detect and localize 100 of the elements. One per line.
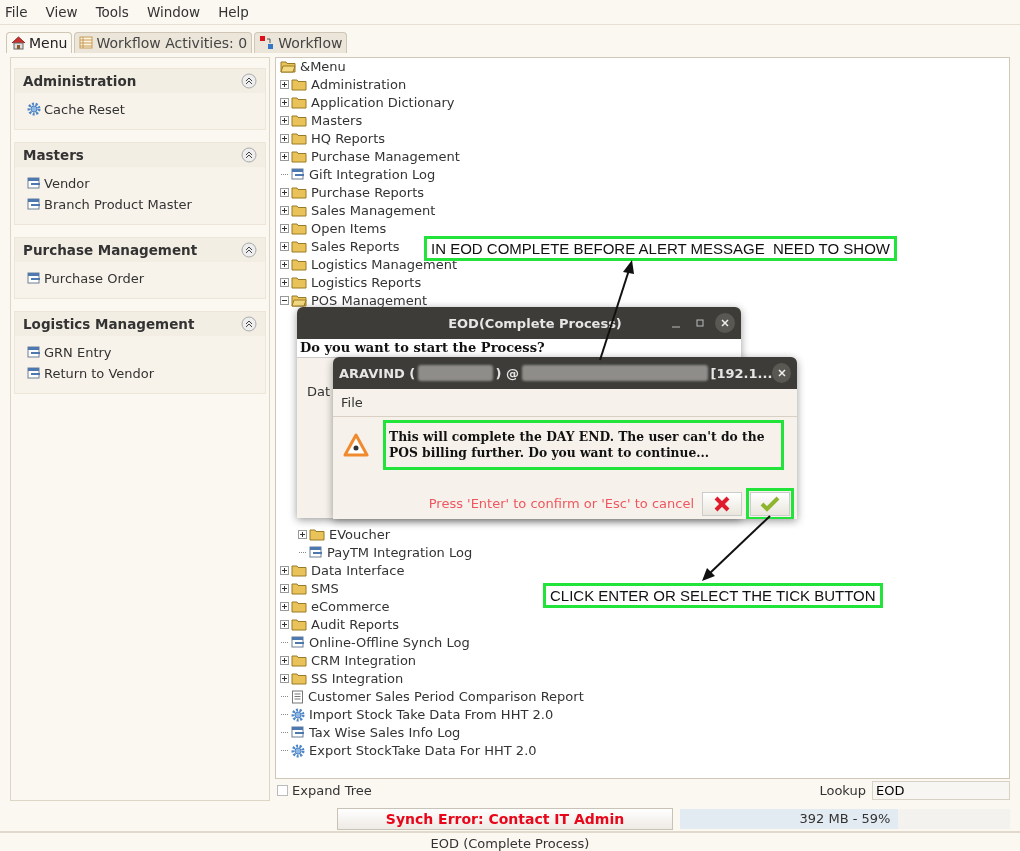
tree-item[interactable]: Sales Reports	[311, 239, 400, 255]
tree-item[interactable]: PayTM Integration Log	[327, 545, 473, 561]
collapse-icon[interactable]	[241, 146, 257, 163]
window-icon	[309, 546, 323, 560]
expand-icon[interactable]	[280, 98, 289, 108]
window-icon	[291, 636, 305, 650]
expand-icon[interactable]	[280, 80, 289, 90]
tree-item[interactable]: Administration	[311, 77, 407, 93]
tree-item[interactable]: Data Interface	[311, 563, 405, 579]
menu-item[interactable]: File	[341, 395, 363, 410]
expand-icon[interactable]	[280, 656, 289, 666]
close-icon	[776, 368, 787, 378]
tree-item[interactable]: Tax Wise Sales Info Log	[309, 725, 461, 741]
minimize-icon	[672, 326, 680, 328]
tree-item[interactable]: Customer Sales Period Comparison Report	[308, 689, 584, 705]
tree-item[interactable]: Sales Management	[311, 203, 436, 219]
sidebar-item[interactable]: Return to Vendor	[44, 365, 155, 381]
sidebar-item[interactable]: Cache Reset	[44, 101, 125, 117]
checkbox-label: Expand Tree	[292, 782, 372, 798]
close-button[interactable]	[715, 313, 735, 333]
folder-icon	[291, 240, 307, 254]
folder-icon	[291, 150, 307, 164]
sidebar-item[interactable]: Branch Product Master	[44, 196, 192, 212]
sidebar-item[interactable]: GRN Entry	[44, 344, 112, 360]
gear-icon	[291, 707, 305, 722]
collapse-icon[interactable]	[280, 296, 289, 306]
tree-item[interactable]: Application Dictionary	[311, 95, 455, 111]
expand-icon[interactable]	[298, 530, 307, 540]
folder-icon	[291, 672, 307, 686]
lookup-field[interactable]: EOD	[872, 780, 1010, 800]
tree-item[interactable]: Purchase Reports	[311, 185, 425, 201]
menu-item[interactable]: Window	[145, 3, 209, 20]
folder-icon	[291, 96, 307, 110]
expand-icon[interactable]	[280, 188, 289, 198]
expand-icon[interactable]	[280, 116, 289, 126]
collapse-icon[interactable]	[241, 241, 257, 258]
tree-item[interactable]: eCommerce	[311, 599, 390, 615]
sidebar-item[interactable]: Purchase Order	[44, 270, 145, 286]
dialog-title: ) @	[495, 365, 519, 381]
expand-icon[interactable]	[280, 278, 289, 288]
tree-item[interactable]: Purchase Management	[311, 149, 460, 165]
window-icon	[291, 726, 305, 740]
window-icon	[291, 168, 305, 182]
sidebar-item[interactable]: Vendor	[44, 175, 90, 191]
tree-item[interactable]: CRM Integration	[311, 653, 417, 669]
window-icon	[27, 366, 41, 380]
tree-item[interactable]: Open Items	[311, 221, 387, 237]
tree-item[interactable]: HQ Reports	[311, 131, 385, 147]
tree-item[interactable]: SMS	[311, 581, 339, 597]
checkmark-icon	[760, 495, 780, 512]
tab[interactable]: Workflow Activities: 0	[74, 31, 253, 53]
tree-item[interactable]: Online-Offline Synch Log	[309, 635, 470, 651]
workflow-icon	[259, 35, 276, 51]
tree-item[interactable]: EVoucher	[329, 527, 391, 543]
expand-icon[interactable]	[280, 206, 289, 216]
lookup-label: Lookup	[819, 782, 866, 798]
sync-error-button[interactable]: Synch Error: Contact IT Admin	[337, 808, 673, 831]
close-icon	[720, 318, 730, 328]
folder-icon	[291, 114, 307, 128]
expand-icon[interactable]	[280, 260, 289, 270]
tree-item[interactable]: Export StockTake Data For HHT 2.0	[309, 743, 537, 759]
collapse-icon[interactable]	[241, 72, 257, 89]
expand-icon[interactable]	[280, 224, 289, 234]
tree-item[interactable]: Import Stock Take Data From HHT 2.0	[309, 707, 554, 723]
checkbox[interactable]	[277, 784, 288, 796]
menu-item[interactable]: View	[44, 3, 86, 20]
folder-icon	[291, 258, 307, 272]
expand-icon[interactable]	[280, 584, 289, 594]
folder-icon	[291, 78, 307, 92]
dialog-title: [192.1...	[710, 365, 773, 381]
tree-item[interactable]: SS Integration	[311, 671, 404, 687]
expand-icon[interactable]	[280, 134, 289, 144]
tab[interactable]: Menu	[6, 31, 73, 53]
folder-icon	[291, 222, 307, 236]
expand-icon[interactable]	[280, 242, 289, 252]
cancel-button[interactable]	[702, 491, 742, 516]
expand-icon[interactable]	[280, 602, 289, 612]
table-icon	[79, 36, 94, 50]
tree-item[interactable]: Audit Reports	[311, 617, 400, 633]
menu-item[interactable]: File	[4, 3, 36, 20]
expand-icon[interactable]	[280, 620, 289, 630]
hint-text: Press 'Enter' to confirm or 'Esc' to cancel	[428, 496, 694, 512]
memory-text: 392 MB - 59%	[798, 811, 892, 827]
tree-item[interactable]: POS Management	[311, 293, 428, 309]
tree-item[interactable]: Logistics Reports	[311, 275, 422, 291]
collapse-icon[interactable]	[241, 315, 257, 332]
expand-icon[interactable]	[280, 152, 289, 162]
tree-item[interactable]: Gift Integration Log	[309, 167, 436, 183]
tree-root[interactable]: &Menu	[300, 59, 346, 75]
folder-icon	[291, 186, 307, 200]
section-title: Masters	[23, 146, 84, 163]
close-button[interactable]	[772, 363, 791, 383]
menu-item[interactable]: Tools	[94, 3, 137, 20]
annotation-callout: CLICK ENTER OR SELECT THE TICK BUTTON	[543, 583, 883, 608]
tree-item[interactable]: Masters	[311, 113, 363, 129]
folder-icon	[291, 132, 307, 146]
menu-item[interactable]: Help	[217, 3, 257, 20]
expand-icon[interactable]	[280, 566, 289, 576]
expand-icon[interactable]	[280, 674, 289, 684]
tab[interactable]: Workflow	[254, 31, 348, 53]
